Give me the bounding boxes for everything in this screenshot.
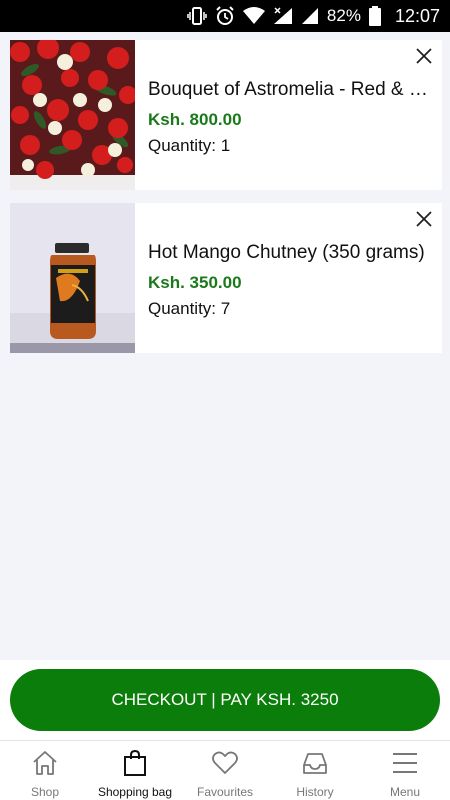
item-quantity: Quantity: 1	[148, 136, 231, 155]
item-quantity: Quantity: 7	[148, 299, 231, 318]
nav-item-favourites[interactable]: Favourites	[180, 741, 270, 800]
signal-icon-2	[301, 7, 319, 25]
alarm-icon	[215, 6, 235, 26]
bottom-nav: Shop Shopping bag Favourites History Men…	[0, 740, 450, 800]
checkout-button[interactable]: CHECKOUT | PAY KSH. 3250	[10, 669, 440, 731]
shopping-bag-icon	[121, 749, 149, 777]
battery-percent: 82%	[326, 6, 361, 25]
checkout-area: CHECKOUT | PAY KSH. 3250	[0, 660, 450, 740]
status-bar: 82% 12:07	[0, 0, 450, 32]
chutney-jar-image[interactable]	[10, 203, 135, 353]
battery-icon	[368, 6, 381, 26]
heart-icon	[211, 749, 239, 777]
item-price: Ksh. 800.00	[148, 110, 242, 129]
nav-label: Shop	[30, 785, 60, 799]
inbox-icon	[301, 749, 329, 777]
signal-icon	[273, 7, 293, 25]
close-icon	[416, 210, 432, 232]
close-icon	[416, 47, 432, 69]
roses-bouquet-image[interactable]	[10, 40, 135, 190]
cart-item[interactable]: Bouquet of Astromelia - Red & White Ksh.…	[10, 40, 442, 190]
nav-label: Menu	[389, 785, 421, 799]
nav-item-menu[interactable]: Menu	[360, 741, 450, 800]
nav-item-shop[interactable]: Shop	[0, 741, 90, 800]
nav-label: Shopping bag	[97, 785, 173, 799]
item-title[interactable]: Hot Mango Chutney (350 grams)	[148, 241, 433, 265]
home-icon	[31, 749, 59, 777]
wifi-icon	[242, 7, 265, 25]
remove-item-button[interactable]	[412, 46, 436, 70]
cart-list: Bouquet of Astromelia - Red & White Ksh.…	[10, 40, 442, 366]
item-info: Bouquet of Astromelia - Red & White Ksh.…	[135, 40, 433, 190]
vibrate-icon	[187, 7, 207, 25]
cart-item[interactable]: Hot Mango Chutney (350 grams) Ksh. 350.0…	[10, 203, 442, 353]
menu-icon	[391, 749, 419, 777]
nav-item-history[interactable]: History	[270, 741, 360, 800]
remove-item-button[interactable]	[412, 209, 436, 233]
item-price: Ksh. 350.00	[148, 273, 242, 292]
item-title[interactable]: Bouquet of Astromelia - Red & White	[148, 78, 433, 102]
nav-label: History	[296, 785, 334, 799]
status-time: 12:07	[394, 5, 440, 26]
nav-label: Favourites	[196, 785, 254, 799]
nav-item-shopping-bag[interactable]: Shopping bag	[90, 741, 180, 800]
item-info: Hot Mango Chutney (350 grams) Ksh. 350.0…	[135, 203, 425, 353]
